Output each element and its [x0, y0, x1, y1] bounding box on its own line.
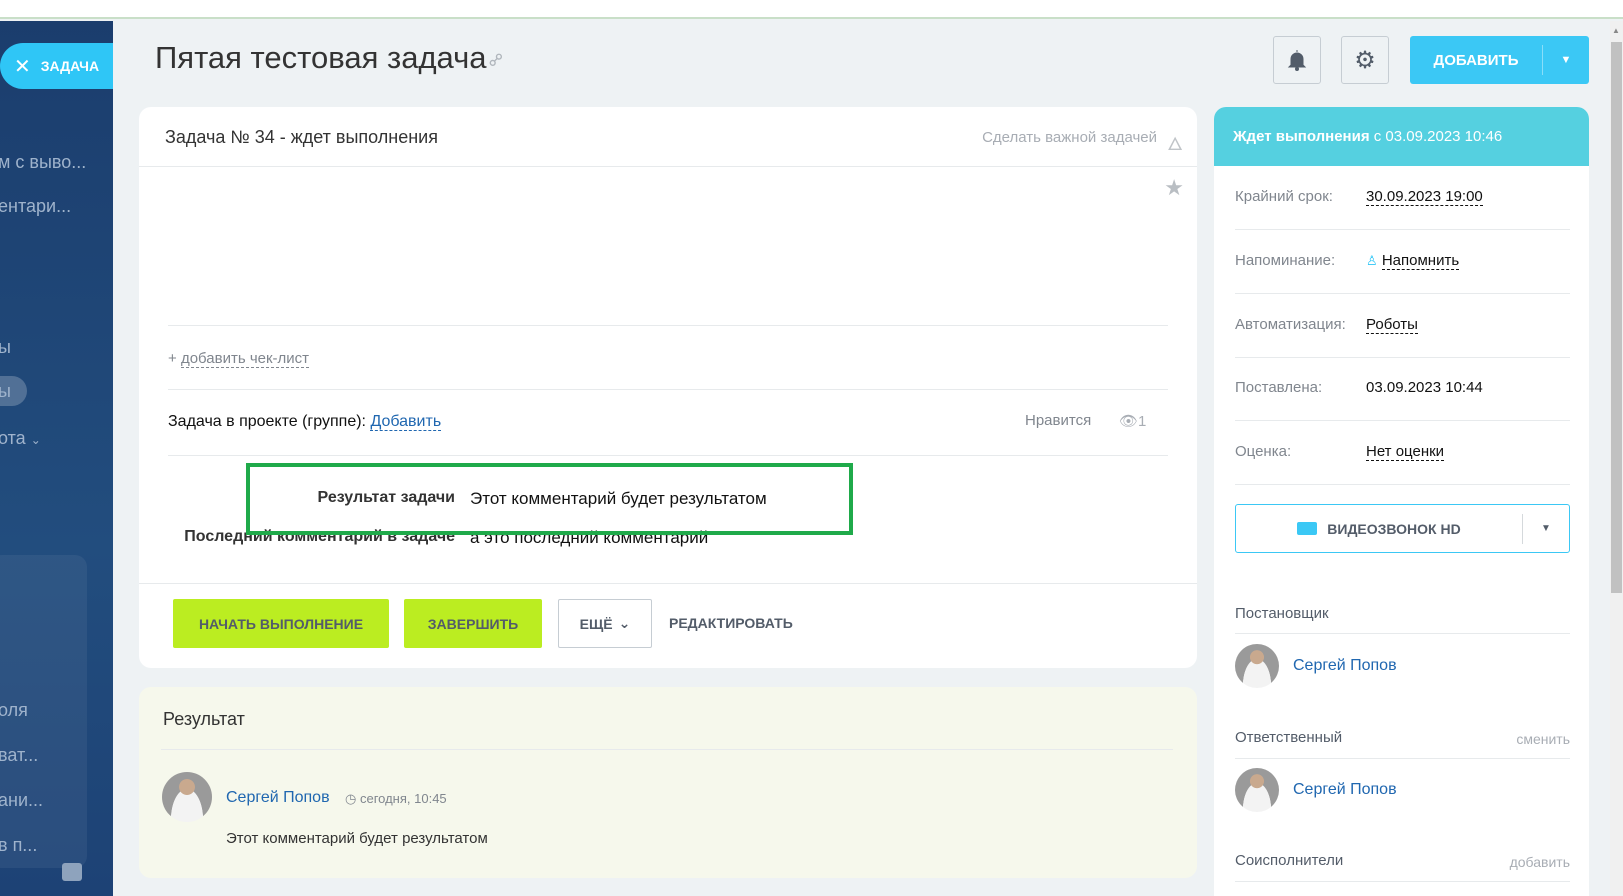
comment-time: ◷ сегодня, 10:45 [345, 791, 447, 806]
clock-icon: ◷ [345, 791, 357, 806]
reminder-link[interactable]: ♙ Напомнить [1366, 252, 1460, 270]
sidebar-item[interactable]: ани... [0, 790, 43, 811]
sidebar-item[interactable]: ы [0, 337, 11, 358]
responsible-link[interactable]: Сергей Попов [1293, 781, 1397, 799]
task-pill-label: ЗАДАЧА [40, 58, 100, 74]
reminder-label: Напоминание: [1235, 252, 1336, 269]
deadline-value[interactable]: 30.09.2023 19:00 [1366, 188, 1483, 206]
deadline-label: Крайний срок: [1235, 188, 1333, 205]
link-icon[interactable]: ⚯ [484, 48, 510, 74]
estimate-label: Оценка: [1235, 443, 1292, 460]
status-header: Ждет выполнения с 03.09.2023 10:46 [1214, 107, 1589, 166]
page-title: Пятая тестовая задача [155, 40, 487, 75]
responsible-title: Ответственный [1235, 729, 1343, 746]
chevron-down-icon: ⌄ [30, 433, 41, 447]
make-important-link[interactable]: Сделать важной задачей [982, 129, 1157, 146]
add-coexecutor-link[interactable]: добавить [1510, 854, 1570, 870]
start-button[interactable]: НАЧАТЬ ВЫПОЛНЕНИЕ [173, 599, 389, 648]
result-card: Результат Сергей Попов ◷ сегодня, 10:45 … [139, 687, 1197, 878]
comment-text: Этот комментарий будет результатом [226, 830, 488, 847]
automation-label: Автоматизация: [1235, 316, 1346, 333]
avatar[interactable] [1235, 768, 1279, 812]
avatar[interactable] [1235, 644, 1279, 688]
change-responsible-link[interactable]: сменить [1516, 731, 1570, 747]
chevron-down-icon: ▼ [1541, 523, 1551, 534]
views-count: 👁1 [1119, 413, 1147, 430]
bell-icon: ♙ [1366, 253, 1378, 268]
flame-icon[interactable]: 🜂 [1167, 124, 1183, 161]
edit-button[interactable]: РЕДАКТИРОВАТЬ [669, 615, 793, 631]
top-strip [0, 0, 1623, 19]
result-label: Результат задачи [317, 489, 455, 506]
video-call-button[interactable]: ВИДЕОЗВОНОК HD ▼ [1235, 504, 1570, 553]
sidebar-item[interactable]: м с выво... [0, 152, 86, 173]
notification-button[interactable] [1273, 36, 1321, 84]
task-heading: Задача № 34 - ждет выполнения [165, 127, 438, 147]
scrollbar[interactable]: ▲ [1610, 21, 1623, 896]
sidebar-item[interactable]: ентари... [0, 196, 71, 217]
close-task-button[interactable]: ✕ ЗАДАЧА [0, 43, 113, 89]
sidebar-item[interactable]: ват... [0, 745, 38, 766]
chevron-down-icon[interactable]: ▼ [1543, 54, 1589, 66]
video-camera-icon [1297, 522, 1318, 535]
result-value: Этот комментарий будет результатом [470, 489, 767, 508]
star-icon[interactable]: ★ [1164, 175, 1184, 201]
add-label: ДОБАВИТЬ [1433, 51, 1519, 69]
scroll-up-icon[interactable]: ▲ [1612, 26, 1620, 35]
close-icon: ✕ [14, 55, 31, 78]
add-button[interactable]: ДОБАВИТЬ ▼ [1410, 36, 1589, 84]
sidebar-item[interactable]: ота ⌄ [0, 428, 41, 449]
chevron-down-icon: ⌄ [618, 615, 631, 631]
add-checklist-link[interactable]: + добавить чек-лист [168, 350, 310, 368]
left-sidebar: ✕ ЗАДАЧА м с выво... ентари... ы ы ота ⌄… [0, 21, 113, 896]
author-link[interactable]: Сергей Попов [226, 789, 330, 807]
task-card: Задача № 34 - ждет выполнения Сделать ва… [139, 107, 1197, 668]
estimate-value[interactable]: Нет оценки [1366, 443, 1445, 461]
avatar[interactable] [162, 772, 212, 822]
scrollbar-thumb[interactable] [1611, 42, 1622, 593]
eye-icon: 👁 [1119, 413, 1139, 430]
sidebar-item[interactable]: ы [0, 381, 11, 402]
task-side-panel: Ждет выполнения с 03.09.2023 10:46 Крайн… [1214, 107, 1589, 896]
creator-title: Постановщик [1235, 605, 1329, 622]
bell-icon [1287, 50, 1307, 71]
finish-button[interactable]: ЗАВЕРШИТЬ [404, 599, 542, 648]
like-button[interactable]: Нравится [1025, 412, 1091, 429]
sidebar-item[interactable]: оля [0, 700, 28, 721]
gear-icon: ⚙ [1354, 46, 1376, 74]
result-title: Результат [163, 709, 245, 729]
coexecutors-title: Соисполнители [1235, 852, 1344, 869]
sidebar-item[interactable]: в п... [0, 835, 37, 856]
created-label: Поставлена: [1235, 379, 1323, 396]
robots-link[interactable]: Роботы [1366, 316, 1418, 334]
settings-button[interactable]: ⚙ [1341, 36, 1389, 84]
more-button[interactable]: ЕЩЁ ⌄ [558, 599, 652, 648]
project-row: Задача в проекте (группе): Добавить [168, 413, 442, 431]
created-value: 03.09.2023 10:44 [1366, 379, 1483, 396]
project-add-link[interactable]: Добавить [370, 413, 442, 431]
creator-link[interactable]: Сергей Попов [1293, 657, 1397, 675]
print-icon[interactable] [62, 863, 82, 881]
